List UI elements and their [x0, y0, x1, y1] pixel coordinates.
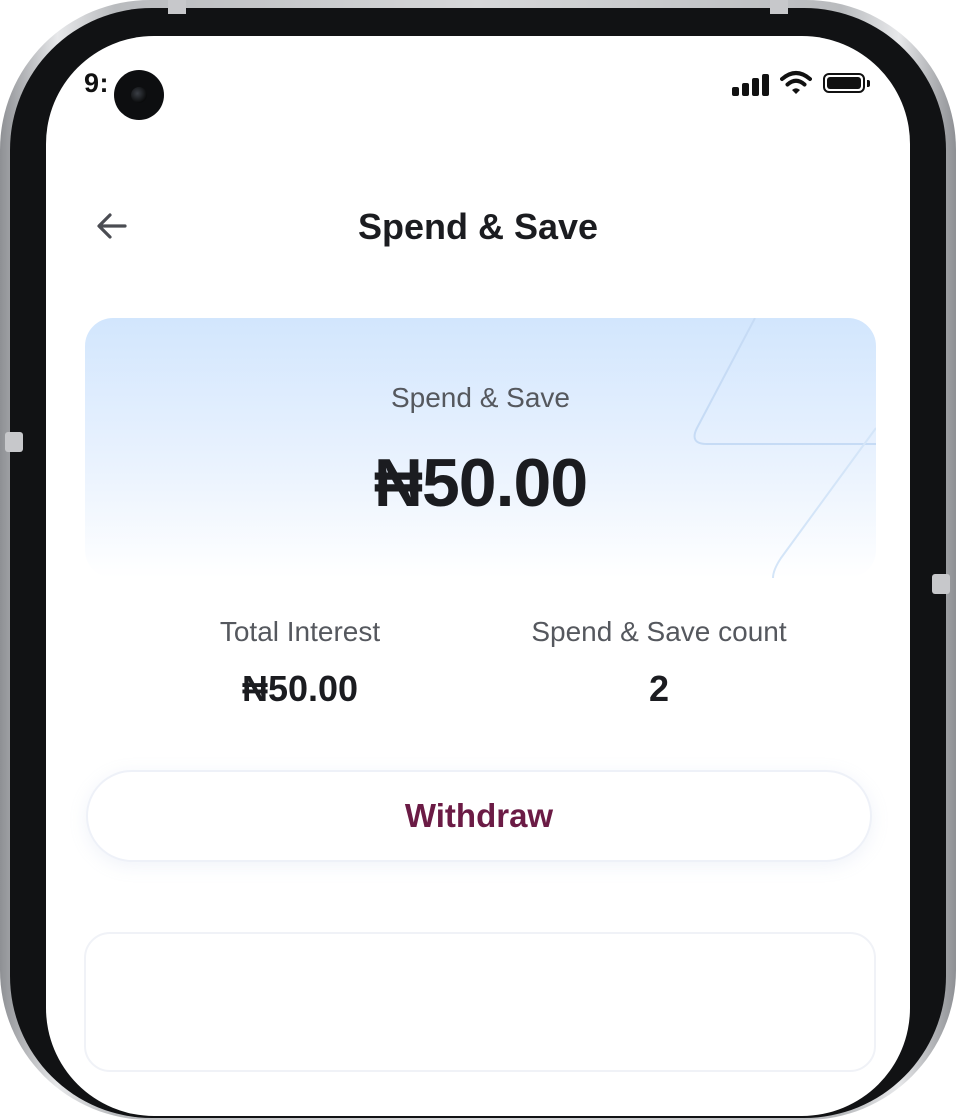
- status-time: 9:: [84, 68, 110, 98]
- balance-card: Spend & Save ₦50.00: [85, 318, 876, 578]
- spend-save-count-stat: Spend & Save count 2: [506, 616, 812, 710]
- wifi-icon: [780, 71, 812, 94]
- battery-icon: [823, 73, 870, 93]
- bottom-card: [84, 932, 876, 1072]
- spend-save-count-label: Spend & Save count: [531, 616, 787, 647]
- spend-save-count-value: 2: [648, 668, 670, 709]
- app-screen: 9: Spend & Save Spend & Save ₦50.00 Tota…: [46, 36, 910, 1116]
- withdraw-button[interactable]: Withdraw: [86, 770, 872, 862]
- signal-icon: [732, 74, 772, 96]
- total-interest-stat: Total Interest ₦50.00: [180, 616, 420, 710]
- balance-amount: ₦50.00: [373, 445, 588, 521]
- phone-top-notch-right: [770, 0, 788, 14]
- front-camera: [114, 70, 164, 120]
- phone-side-button-left: [5, 432, 23, 452]
- total-interest-value: ₦50.00: [241, 668, 359, 709]
- page-title: Spend & Save: [357, 206, 599, 247]
- balance-label: Spend & Save: [390, 382, 571, 413]
- phone-side-button-right: [932, 574, 950, 594]
- total-interest-label: Total Interest: [219, 616, 381, 647]
- phone-top-notch-left: [168, 0, 186, 14]
